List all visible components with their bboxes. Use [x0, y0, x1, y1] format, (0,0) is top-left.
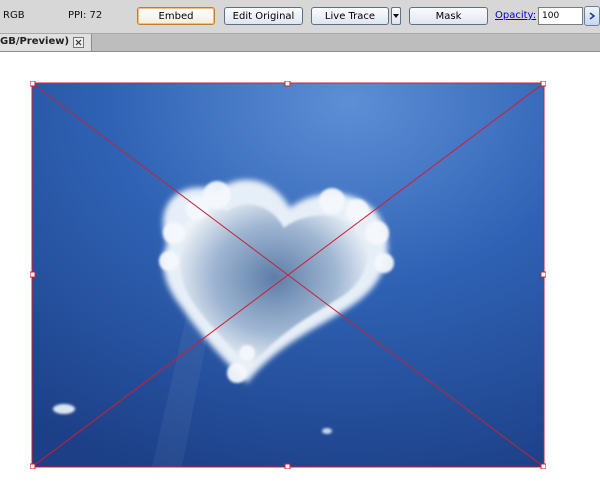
control-bar: RGB PPI: 72 Embed Edit Original Live Tra… — [0, 0, 600, 34]
opacity-link[interactable]: Opacity: — [495, 10, 536, 21]
color-mode-label: RGB — [3, 10, 25, 21]
handle-bottom-left[interactable] — [30, 463, 36, 469]
chevron-right-icon — [589, 12, 595, 20]
live-trace-button[interactable]: Live Trace — [311, 7, 389, 25]
close-icon — [75, 39, 82, 46]
opacity-input[interactable]: 100 — [538, 7, 583, 25]
handle-top-center[interactable] — [284, 81, 291, 87]
document-tab[interactable]: GB/Preview) — [0, 34, 92, 51]
dropdown-arrow-icon — [393, 13, 399, 18]
artboard-canvas — [0, 52, 600, 490]
opacity-more-button[interactable] — [584, 6, 600, 26]
handle-middle-right[interactable] — [540, 271, 546, 278]
document-tab-title: GB/Preview) — [0, 36, 70, 47]
handle-middle-left[interactable] — [30, 271, 36, 278]
handle-bottom-right[interactable] — [540, 463, 546, 469]
embed-button[interactable]: Embed — [137, 7, 215, 25]
handle-top-left[interactable] — [30, 81, 36, 87]
selection-bounding-box[interactable] — [30, 81, 546, 469]
handle-top-right[interactable] — [540, 81, 546, 87]
live-trace-dropdown-button[interactable] — [391, 7, 401, 25]
ppi-label: PPI: 72 — [68, 10, 103, 21]
tab-close-button[interactable] — [73, 37, 84, 48]
edit-original-button[interactable]: Edit Original — [224, 7, 303, 25]
document-tab-strip: GB/Preview) — [0, 34, 600, 52]
handle-bottom-center[interactable] — [284, 463, 291, 469]
mask-button[interactable]: Mask — [409, 7, 488, 25]
